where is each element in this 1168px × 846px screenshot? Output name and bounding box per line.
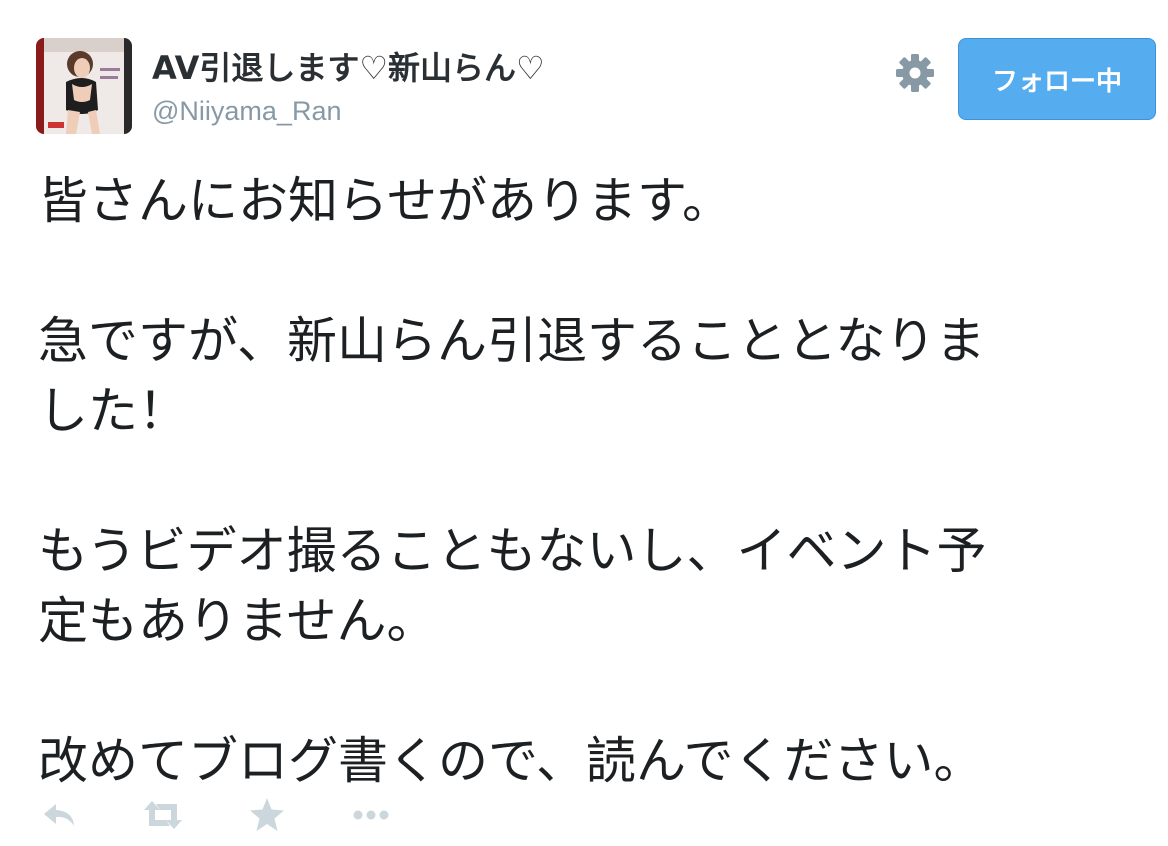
profile-photo (36, 38, 132, 134)
gear-icon[interactable] (894, 52, 936, 94)
username[interactable]: @Niiyama_Ran (152, 94, 545, 128)
tweet-paragraph: 皆さんにお知らせがあります。 (38, 166, 1138, 236)
tweet-line: 急ですが、新山らん引退することとなりま (38, 312, 986, 370)
avatar[interactable] (36, 38, 132, 134)
tweet-card: AV引退します♡新山らん♡ @Niiyama_Ran フォロー中 皆さんにお知ら… (0, 0, 1168, 846)
more-icon[interactable] (348, 792, 394, 838)
tweet-line: した！ (38, 382, 188, 440)
tweet-line: 定もありません。 (38, 592, 437, 650)
tweet-paragraph: 急ですが、新山らん引退することとなりま した！ (38, 306, 1138, 446)
display-name[interactable]: AV引退します♡新山らん♡ (152, 48, 545, 88)
retweet-icon[interactable] (140, 792, 186, 838)
favorite-star-icon[interactable] (244, 792, 290, 838)
tweet-line: 皆さんにお知らせがあります。 (38, 172, 732, 230)
reply-icon[interactable] (38, 792, 84, 838)
tweet-text: 皆さんにお知らせがあります。 急ですが、新山らん引退することとなりま した！ も… (38, 166, 1138, 796)
tweet-paragraph: 改めてブログ書くので、読んでください。 (38, 726, 1138, 796)
tweet-line: もうビデオ撮ることもないし、イベント予 (38, 522, 987, 580)
tweet-paragraph: もうビデオ撮ることもないし、イベント予 定もありません。 (38, 516, 1138, 656)
following-button[interactable]: フォロー中 (958, 38, 1156, 120)
author-info: AV引退します♡新山らん♡ @Niiyama_Ran (152, 48, 545, 128)
tweet-line: 改めてブログ書くので、読んでください。 (38, 732, 984, 790)
